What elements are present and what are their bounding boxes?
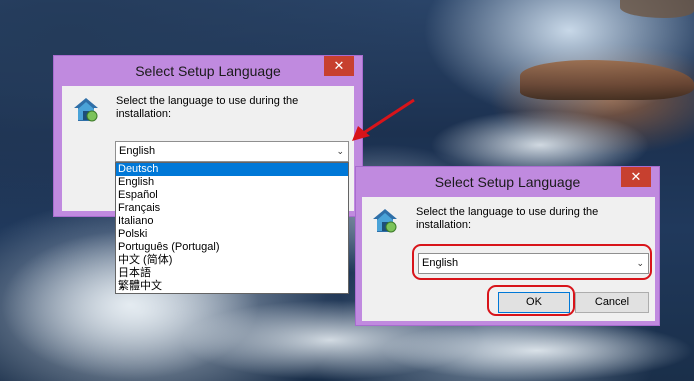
prompt-line-1: Select the language to use during the: [416, 206, 599, 218]
list-item[interactable]: Polski: [116, 228, 348, 241]
list-item[interactable]: 繁體中文: [116, 280, 348, 293]
combobox-value: English: [119, 145, 156, 157]
prompt-text: Select the language to use during the in…: [416, 206, 598, 232]
list-item[interactable]: 中文 (简体): [116, 254, 348, 267]
combobox-highlight-ring: [412, 244, 652, 280]
dialog-title: Select Setup Language: [135, 63, 281, 79]
language-combobox[interactable]: English ⌄: [115, 141, 349, 162]
prompt-line-2: installation:: [416, 219, 472, 231]
chevron-down-icon[interactable]: ⌄: [336, 142, 344, 161]
language-dropdown-list: Deutsch English Español Français Italian…: [115, 162, 349, 294]
prompt-line-2: installation:: [116, 108, 172, 120]
wallpaper-foam: [380, 320, 694, 381]
list-item[interactable]: Español: [116, 189, 348, 202]
close-button[interactable]: ✕: [324, 56, 354, 76]
dialog-title: Select Setup Language: [434, 174, 581, 190]
list-item[interactable]: English: [116, 176, 348, 189]
prompt-text: Select the language to use during the in…: [116, 95, 298, 121]
wallpaper-rocks: [520, 60, 694, 100]
prompt-line-1: Select the language to use during the: [116, 95, 299, 107]
close-button[interactable]: ✕: [621, 167, 651, 187]
title-bar[interactable]: Select Setup Language ✕: [356, 167, 659, 197]
list-item[interactable]: Deutsch: [116, 163, 348, 176]
red-arrow-icon: [352, 98, 415, 141]
setup-app-icon: [74, 98, 98, 122]
list-item[interactable]: Italiano: [116, 215, 348, 228]
list-item[interactable]: Português (Portugal): [116, 241, 348, 254]
setup-app-icon: [373, 209, 397, 233]
wallpaper-rocks-top: [620, 0, 694, 18]
list-item[interactable]: Français: [116, 202, 348, 215]
title-bar[interactable]: Select Setup Language ✕: [54, 56, 362, 86]
ok-button-highlight-ring: [487, 285, 575, 316]
list-item[interactable]: 日本語: [116, 267, 348, 280]
cancel-button[interactable]: Cancel: [575, 292, 649, 313]
